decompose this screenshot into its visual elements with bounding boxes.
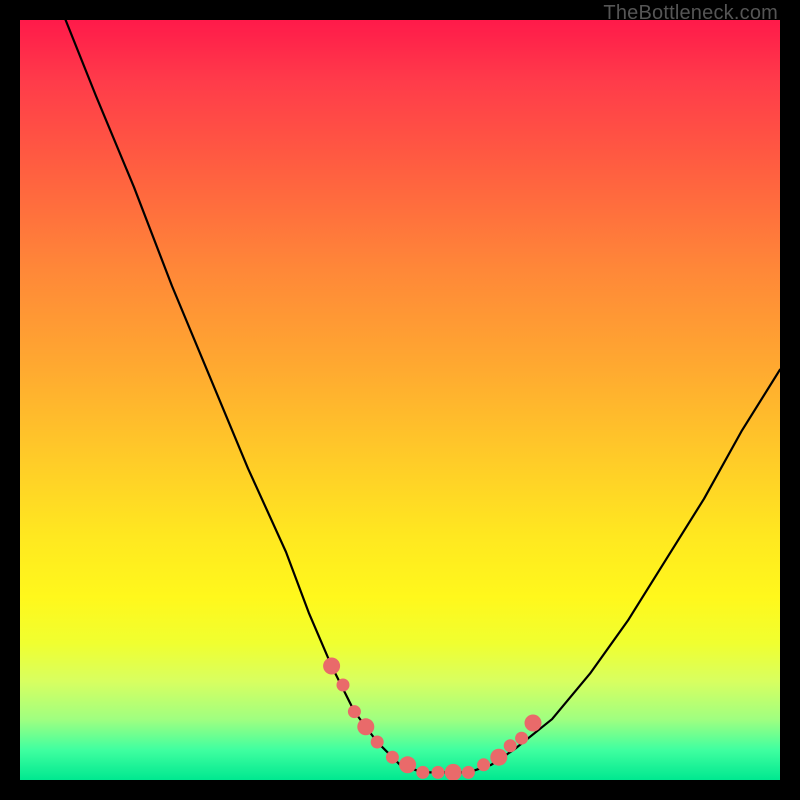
marker-point <box>462 766 475 779</box>
marker-point <box>525 715 542 732</box>
chart-plot-area <box>20 20 780 780</box>
marker-point <box>348 705 361 718</box>
marker-point <box>357 718 374 735</box>
chart-svg <box>20 20 780 780</box>
marker-point <box>337 679 350 692</box>
marker-group <box>323 658 541 781</box>
marker-point <box>399 756 416 773</box>
marker-point <box>416 766 429 779</box>
marker-point <box>445 764 462 780</box>
marker-point <box>477 758 490 771</box>
marker-point <box>504 739 517 752</box>
bottleneck-curve <box>66 20 780 772</box>
marker-point <box>323 658 340 675</box>
marker-point <box>515 732 528 745</box>
marker-point <box>371 736 384 749</box>
marker-point <box>386 751 399 764</box>
marker-point <box>490 749 507 766</box>
marker-point <box>432 766 445 779</box>
